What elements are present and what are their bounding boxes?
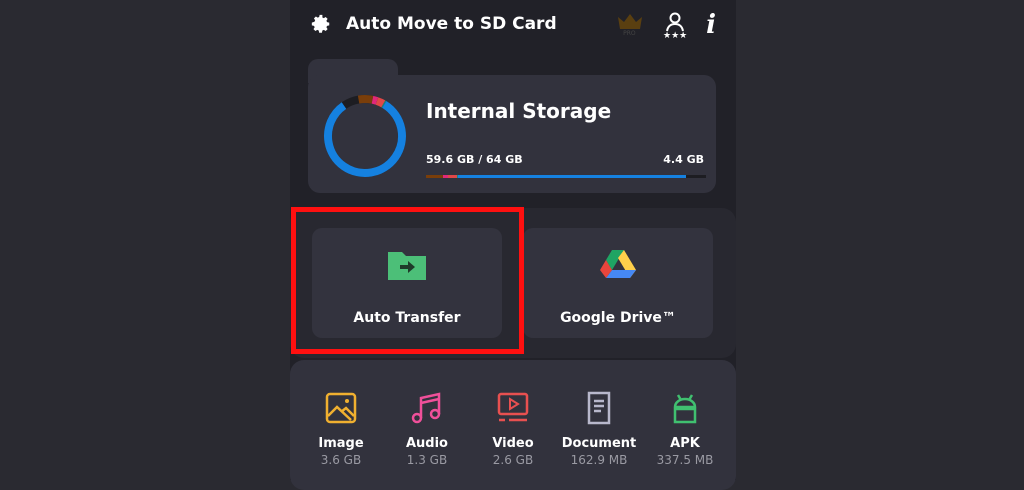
pro-label: PRO [623, 30, 636, 37]
category-document[interactable]: Document 162.9 MB [559, 390, 639, 490]
category-label: Image [318, 436, 364, 451]
gear-icon[interactable] [310, 13, 332, 35]
google-drive-icon [600, 250, 636, 278]
category-size: 2.6 GB [492, 453, 534, 467]
category-label: APK [670, 436, 700, 451]
svg-text:★★★: ★★★ [663, 31, 687, 39]
donut-segment [324, 95, 406, 177]
category-label: Document [561, 436, 637, 451]
rate-icon[interactable]: ★★★ [662, 11, 688, 39]
storage-free: 4.4 GB [663, 153, 704, 166]
storage-bar [426, 175, 706, 178]
donut-segment [324, 95, 406, 177]
image-icon [325, 392, 357, 424]
bar-segment [426, 175, 443, 178]
category-apk[interactable]: APK 337.5 MB [645, 390, 725, 490]
category-size: 3.6 GB [320, 453, 362, 467]
pro-button[interactable]: PRO [616, 11, 644, 39]
storage-title: Internal Storage [426, 99, 612, 123]
category-size: 1.3 GB [406, 453, 448, 467]
storage-donut [324, 95, 406, 177]
category-size: 162.9 MB [570, 453, 628, 467]
bar-segment [448, 175, 457, 178]
category-label: Audio [405, 436, 448, 451]
apk-icon [673, 394, 697, 424]
google-drive-label: Google Drive™ [560, 310, 676, 326]
donut-segment [324, 95, 406, 177]
highlight-box [291, 207, 524, 354]
google-drive-button[interactable]: Google Drive™ [523, 228, 713, 338]
header: Auto Move to SD Card PRO ★★★ i [310, 10, 716, 40]
category-image[interactable]: Image 3.6 GB [301, 390, 381, 490]
storage-used: 59.6 GB / 64 GB [426, 153, 523, 166]
donut-segment [324, 95, 406, 177]
category-size: 337.5 MB [656, 453, 714, 467]
app-title: Auto Move to SD Card [346, 14, 557, 34]
internal-storage-card[interactable]: Internal Storage 59.6 GB / 64 GB 4.4 GB [308, 75, 716, 193]
document-icon [587, 391, 611, 425]
bar-segment [458, 175, 687, 178]
category-list: Image 3.6 GB Audio 1.3 GB Video 2.6 GB D… [290, 360, 736, 490]
category-video[interactable]: Video 2.6 GB [473, 390, 553, 490]
donut-segment [324, 95, 406, 177]
audio-icon [411, 392, 441, 424]
crown-icon [618, 14, 643, 29]
info-icon[interactable]: i [706, 10, 716, 40]
category-audio[interactable]: Audio 1.3 GB [387, 390, 467, 490]
video-icon [497, 392, 529, 422]
category-label: Video [492, 436, 534, 451]
